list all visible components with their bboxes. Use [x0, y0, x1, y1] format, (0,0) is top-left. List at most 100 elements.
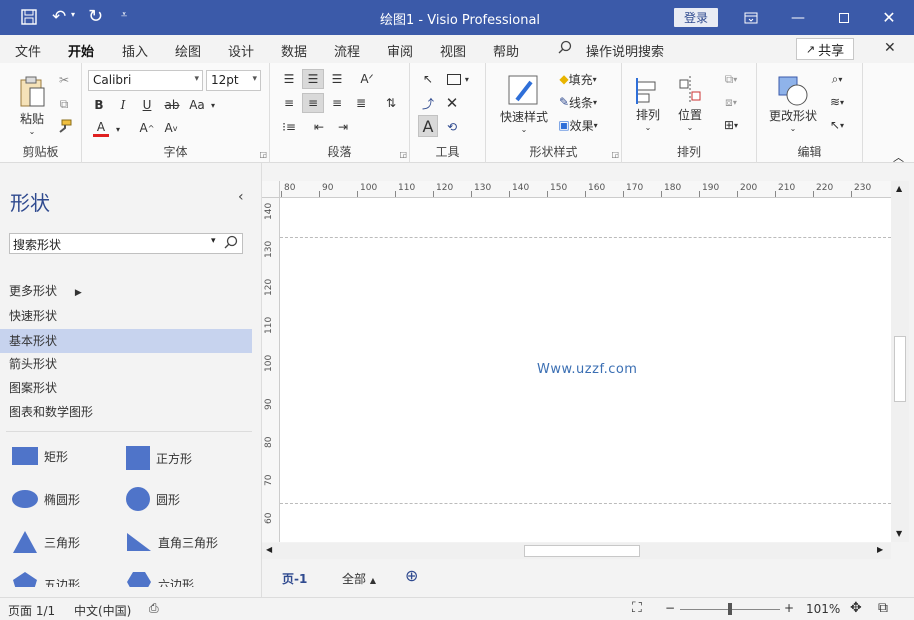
underline-button[interactable]: U: [139, 96, 155, 114]
dialog-launcher-icon[interactable]: ◲: [399, 150, 407, 159]
font-size-combo[interactable]: 12pt ▾: [206, 70, 261, 91]
scroll-down-icon[interactable]: ▼: [896, 529, 902, 538]
bold-button[interactable]: B: [91, 96, 107, 114]
horizontal-scroll-thumb[interactable]: [524, 545, 640, 557]
tab-review[interactable]: 审阅: [387, 41, 413, 60]
layers-icon[interactable]: ≋ ▾: [821, 92, 853, 112]
align-right-icon[interactable]: ≡: [326, 93, 348, 113]
shape-circle[interactable]: 圆形: [126, 487, 180, 511]
shape-triangle[interactable]: 三角形: [12, 530, 80, 554]
italic-button[interactable]: I: [115, 96, 131, 114]
change-case-button[interactable]: Aa: [186, 96, 208, 114]
shape-pentagon[interactable]: 五边形: [12, 571, 80, 587]
undo-dropdown-icon[interactable]: ▾: [71, 10, 75, 19]
position-button[interactable]: 位置 ⌄: [672, 69, 708, 139]
chevron-down-icon[interactable]: ▾: [208, 96, 218, 114]
zoom-out-button[interactable]: −: [665, 601, 675, 615]
sort-icon[interactable]: ⇅: [380, 93, 402, 113]
font-color-button[interactable]: A: [91, 118, 111, 138]
scroll-up-icon[interactable]: ▲: [896, 184, 902, 193]
scroll-left-icon[interactable]: ◀: [266, 545, 272, 554]
maximize-button[interactable]: [821, 0, 867, 35]
tab-process[interactable]: 流程: [334, 41, 360, 60]
dialog-launcher-icon[interactable]: ◲: [259, 150, 267, 159]
presentation-mode-icon[interactable]: ⛶: [632, 600, 642, 616]
font-name-combo[interactable]: Calibri ▾: [88, 70, 203, 91]
connector-tool-icon[interactable]: ⤴: [418, 93, 438, 113]
tab-home[interactable]: 开始: [68, 41, 95, 66]
text-block-icon[interactable]: ⟲: [442, 117, 462, 137]
drawing-page[interactable]: Www.uzzf.com: [280, 198, 891, 542]
find-icon[interactable]: ⌕ ▾: [821, 69, 853, 89]
chevron-down-icon[interactable]: ▾: [113, 120, 123, 138]
tab-help[interactable]: 帮助: [493, 41, 519, 60]
increase-indent-icon[interactable]: ⇥: [332, 117, 354, 137]
cut-icon[interactable]: ✂: [56, 71, 72, 89]
select-icon[interactable]: ↖ ▾: [821, 115, 853, 135]
align-center-icon[interactable]: ≡: [302, 93, 324, 113]
justify-icon[interactable]: ≣: [350, 93, 372, 113]
collapse-panel-icon[interactable]: ‹: [238, 189, 244, 205]
shape-rectangle[interactable]: 矩形: [12, 447, 68, 465]
share-button[interactable]: ↗ 共享: [796, 38, 854, 60]
horizontal-scrollbar[interactable]: ◀ ▶: [262, 543, 891, 559]
size-objects-icon[interactable]: ⊞ ▾: [714, 115, 748, 135]
text-tool-button[interactable]: A: [418, 115, 438, 137]
strikethrough-button[interactable]: ab: [162, 96, 182, 114]
vertical-scrollbar[interactable]: ▲ ▼: [891, 181, 909, 542]
bullets-icon[interactable]: ⁝≡: [278, 117, 300, 137]
paste-button[interactable]: 粘贴 ⌄: [12, 71, 52, 141]
shape-square[interactable]: 正方形: [126, 446, 192, 470]
pan-zoom-icon[interactable]: ✥: [850, 600, 862, 616]
macro-record-icon[interactable]: ⎙: [149, 601, 159, 616]
shrink-font-button[interactable]: Av: [161, 118, 181, 138]
vertical-scroll-thumb[interactable]: [894, 336, 906, 402]
tab-insert[interactable]: 插入: [122, 41, 148, 60]
quick-styles-button[interactable]: 快速样式 ⌄: [492, 69, 556, 139]
nav-more-shapes[interactable]: 更多形状 ▶: [0, 279, 252, 303]
dialog-launcher-icon[interactable]: ◲: [611, 150, 619, 159]
search-icon[interactable]: [558, 40, 572, 58]
align-objects-icon[interactable]: ⧈ ▾: [714, 92, 748, 112]
format-painter-icon[interactable]: [55, 118, 73, 136]
scroll-right-icon[interactable]: ▶: [877, 545, 883, 554]
customize-qat-icon[interactable]: ⩡: [121, 8, 127, 22]
zoom-level[interactable]: 101%: [806, 602, 840, 616]
undo-icon[interactable]: ↶: [52, 7, 66, 27]
close-button[interactable]: ✕: [866, 0, 912, 35]
shape-search-field[interactable]: 搜索形状 ▾: [9, 233, 243, 254]
align-top-icon[interactable]: ☰: [278, 69, 300, 89]
arrange-button[interactable]: 排列 ⌄: [630, 69, 666, 139]
zoom-slider-thumb[interactable]: [728, 603, 732, 615]
minimize-button[interactable]: —: [775, 0, 821, 35]
text-direction-icon[interactable]: Aᐟ: [356, 69, 378, 89]
nav-chart-math-shapes[interactable]: 图表和数学图形: [0, 400, 252, 424]
pointer-tool-icon[interactable]: ↖: [418, 69, 438, 89]
login-button[interactable]: 登录: [674, 8, 718, 27]
line-button[interactable]: ✎ 线条 ▾: [550, 92, 606, 112]
align-bottom-icon[interactable]: ☰: [326, 69, 348, 89]
grow-font-button[interactable]: A ^: [137, 118, 157, 138]
effects-button[interactable]: ▣ 效果 ▾: [550, 115, 606, 135]
nav-basic-shapes[interactable]: 基本形状: [0, 329, 252, 353]
shape-hexagon[interactable]: 六边形: [126, 571, 194, 587]
ribbon-display-icon[interactable]: [728, 0, 774, 35]
zoom-slider[interactable]: [680, 603, 780, 615]
tell-me-input[interactable]: 操作说明搜索: [586, 41, 664, 60]
tab-design[interactable]: 设计: [228, 41, 254, 60]
nav-arrow-shapes[interactable]: 箭头形状: [0, 352, 252, 376]
decrease-indent-icon[interactable]: ⇤: [308, 117, 330, 137]
tab-draw[interactable]: 绘图: [175, 41, 201, 60]
nav-quick-shapes[interactable]: 快速形状: [0, 304, 252, 328]
tab-data[interactable]: 数据: [281, 41, 307, 60]
close-ribbon-icon[interactable]: ✕: [884, 40, 896, 56]
shape-right-triangle[interactable]: 直角三角形: [126, 532, 218, 552]
copy-icon[interactable]: ⧉: [56, 95, 72, 113]
fill-button[interactable]: ◆ 填充 ▾: [550, 69, 606, 89]
page-indicator[interactable]: 页面 1/1: [8, 602, 55, 619]
add-page-icon[interactable]: ⊕: [405, 566, 418, 585]
align-middle-icon[interactable]: ☰: [302, 69, 324, 89]
tab-view[interactable]: 视图: [440, 41, 466, 60]
all-pages-button[interactable]: 全部 ▲: [342, 570, 376, 587]
group-objects-icon[interactable]: ⧉ ▾: [714, 69, 748, 89]
